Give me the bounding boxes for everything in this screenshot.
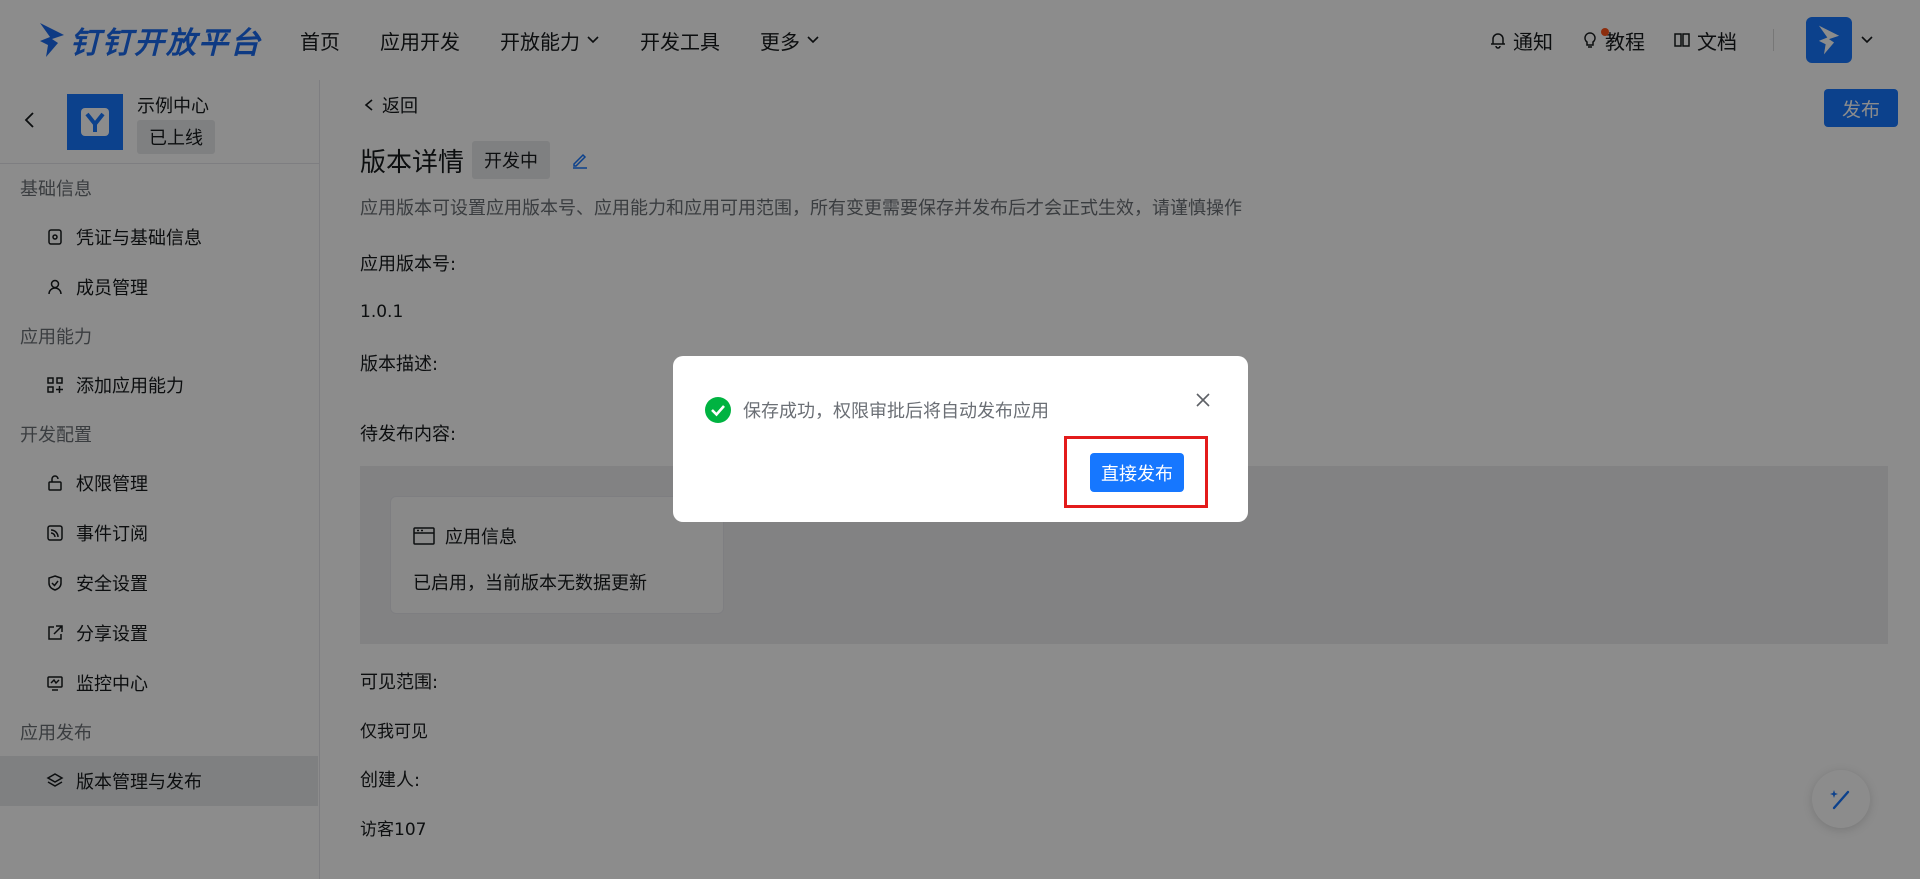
success-check-icon <box>705 397 731 423</box>
dialog-message: 保存成功，权限审批后将自动发布应用 <box>743 401 1049 422</box>
close-icon[interactable] <box>1193 390 1213 410</box>
dialog-message-row: 保存成功，权限审批后将自动发布应用 <box>705 397 1049 423</box>
publish-directly-button[interactable]: 直接发布 <box>1090 453 1184 492</box>
confirm-dialog: 保存成功，权限审批后将自动发布应用 直接发布 <box>673 356 1248 522</box>
